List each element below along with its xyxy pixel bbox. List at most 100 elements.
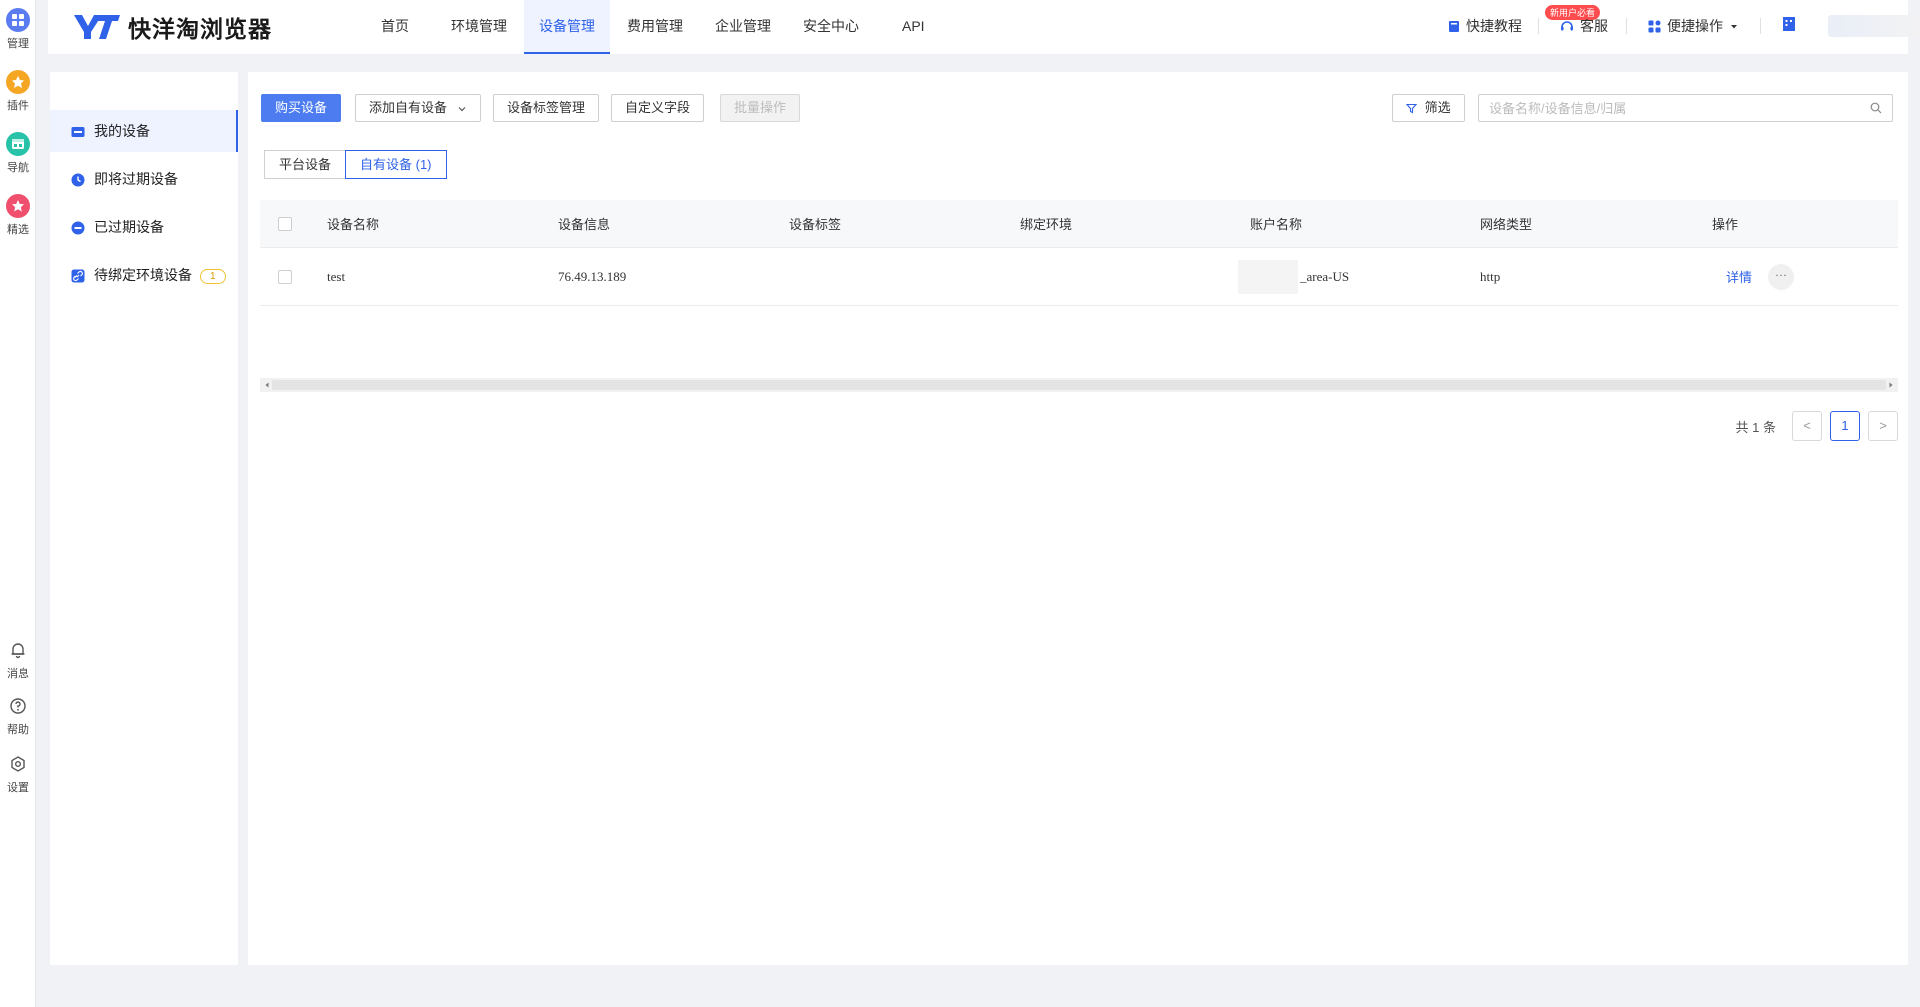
page-number-button[interactable]: 1 [1830, 411, 1860, 441]
user-menu[interactable] [1782, 16, 1802, 32]
scroll-right-icon[interactable] [1887, 381, 1895, 389]
sidebar-item-label: 待绑定环境设备 [94, 267, 192, 283]
main-content: 购买设备 添加自有设备 设备标签管理 自定义字段 批量操作 筛选 平台设备 自有… [248, 72, 1908, 965]
browser-icon [6, 132, 30, 156]
quick-ops-menu[interactable]: 便捷操作 [1648, 16, 1739, 36]
header-divider [1538, 18, 1539, 34]
add-own-device-dropdown[interactable]: 添加自有设备 [355, 94, 481, 122]
support-label: 客服 [1580, 18, 1608, 34]
tutorial-link[interactable]: 快捷教程 [1448, 16, 1522, 36]
sidebar-item-label: 我的设备 [94, 123, 150, 139]
sidebar-item-label: 即将过期设备 [94, 171, 178, 187]
prev-page-button[interactable]: < [1792, 411, 1822, 441]
logo-text: 快洋淘浏览器 [128, 17, 272, 43]
unbound-count-badge: 1 [200, 268, 226, 284]
caret-down-icon [1731, 25, 1737, 29]
search-icon[interactable] [1870, 102, 1882, 114]
total-count: 共 1 条 [1735, 419, 1776, 435]
pagination: 共 1 条 < 1 > [1736, 411, 1898, 441]
table-header: 设备名称 设备信息 设备标签 绑定环境 账户名称 网络类型 操作 [260, 200, 1898, 248]
top-header: 快洋淘浏览器 首页 环境管理 设备管理 费用管理 企业管理 安全中心 API 新… [48, 0, 1920, 54]
nav-enterprise[interactable]: 企业管理 [700, 0, 786, 54]
main-nav: 首页 环境管理 设备管理 费用管理 企业管理 安全中心 API [356, 0, 951, 54]
rail-item-settings[interactable]: 设置 [0, 752, 36, 795]
nav-security[interactable]: 安全中心 [788, 0, 874, 54]
column-header[interactable]: 网络类型 [1480, 200, 1532, 247]
sidebar-item-expiring[interactable]: 即将过期设备 [50, 158, 238, 200]
rail-label: 导航 [7, 162, 29, 174]
rail-label: 管理 [7, 38, 29, 50]
scrollbar-thumb[interactable] [272, 380, 1886, 390]
rail-item-plugins[interactable]: 插件 [0, 70, 36, 113]
left-rail: 管理 插件 导航 精选 消息 帮助 设置 [0, 0, 36, 1007]
header-divider [1626, 18, 1627, 34]
rail-item-navigation[interactable]: 导航 [0, 132, 36, 175]
logo-mark-icon [74, 15, 120, 39]
search-input[interactable] [1479, 95, 1859, 121]
filter-icon [1405, 104, 1418, 114]
column-header[interactable]: 设备标签 [789, 200, 841, 247]
tab-own-devices[interactable]: 自有设备 (1) [345, 150, 447, 179]
device-name-cell: test [327, 268, 346, 284]
column-header[interactable]: 设备名称 [327, 200, 379, 247]
custom-fields-button[interactable]: 自定义字段 [611, 94, 705, 122]
puzzle-icon [6, 70, 30, 94]
column-header[interactable]: 绑定环境 [1020, 200, 1072, 247]
tab-platform-devices[interactable]: 平台设备 [264, 150, 347, 179]
logo[interactable]: 快洋淘浏览器 [72, 10, 272, 44]
batch-operations-button[interactable]: 批量操作 [720, 94, 801, 122]
user-name-masked [1828, 15, 1920, 37]
search-box [1478, 94, 1893, 122]
more-actions-button[interactable]: ··· [1768, 263, 1795, 290]
rail-label: 设置 [7, 782, 29, 794]
scroll-left-icon[interactable] [263, 381, 271, 389]
nav-home[interactable]: 首页 [356, 0, 434, 54]
rail-label: 消息 [7, 668, 29, 680]
sidebar-item-expired[interactable]: 已过期设备 [50, 206, 238, 248]
bell-icon [6, 638, 30, 662]
rail-label: 帮助 [7, 724, 29, 736]
device-table: 设备名称 设备信息 设备标签 绑定环境 账户名称 网络类型 操作 test 76… [260, 200, 1898, 306]
chevron-down-icon [458, 106, 466, 111]
gear-icon [6, 752, 30, 776]
network-type-cell: http [1480, 268, 1501, 284]
details-link[interactable]: 详情 [1726, 267, 1752, 286]
table-row[interactable]: test 76.49.13.189 _area-US http 详情 ··· [260, 248, 1898, 306]
select-all-cell [278, 200, 292, 247]
sidebar-item-unbound[interactable]: 待绑定环境设备 1 [50, 254, 238, 296]
filter-label: 筛选 [1424, 100, 1451, 115]
nav-devices[interactable]: 设备管理 [524, 0, 610, 54]
column-header[interactable]: 账户名称 [1250, 200, 1302, 247]
nav-environment[interactable]: 环境管理 [436, 0, 522, 54]
nav-billing[interactable]: 费用管理 [612, 0, 698, 54]
support-link[interactable]: 客服 [1560, 16, 1608, 36]
device-icon [71, 127, 85, 137]
header-divider [1760, 18, 1761, 34]
rail-item-featured[interactable]: 精选 [0, 194, 36, 237]
rail-label: 插件 [7, 100, 29, 112]
add-own-device-label: 添加自有设备 [369, 100, 448, 115]
rail-item-help[interactable]: 帮助 [0, 694, 36, 737]
star-icon [6, 194, 30, 218]
filter-button[interactable]: 筛选 [1392, 94, 1465, 122]
account-name-cell: _area-US [1238, 248, 1349, 305]
sidebar-item-label: 已过期设备 [94, 219, 164, 235]
minus-circle-icon [71, 221, 85, 235]
column-header[interactable]: 操作 [1712, 200, 1738, 247]
buy-device-button[interactable]: 购买设备 [261, 94, 342, 122]
row-checkbox[interactable] [278, 269, 292, 284]
device-sidebar: 我的设备 即将过期设备 已过期设备 待绑定环境设备 1 [50, 72, 238, 965]
rail-label: 精选 [7, 224, 29, 236]
next-page-button[interactable]: > [1868, 411, 1898, 441]
tag-manage-button[interactable]: 设备标签管理 [493, 94, 600, 122]
horizontal-scrollbar[interactable] [260, 378, 1898, 392]
rail-item-messages[interactable]: 消息 [0, 638, 36, 681]
select-all-checkbox[interactable] [278, 216, 292, 231]
sidebar-item-my-devices[interactable]: 我的设备 [50, 110, 238, 152]
nav-api[interactable]: API [876, 0, 951, 54]
device-tabs: 平台设备 自有设备 (1) [264, 150, 447, 179]
quick-ops-label: 便捷操作 [1667, 18, 1723, 34]
actions-cell: 详情 ··· [1726, 248, 1795, 305]
rail-item-manage[interactable]: 管理 [0, 8, 36, 51]
column-header[interactable]: 设备信息 [558, 200, 610, 247]
